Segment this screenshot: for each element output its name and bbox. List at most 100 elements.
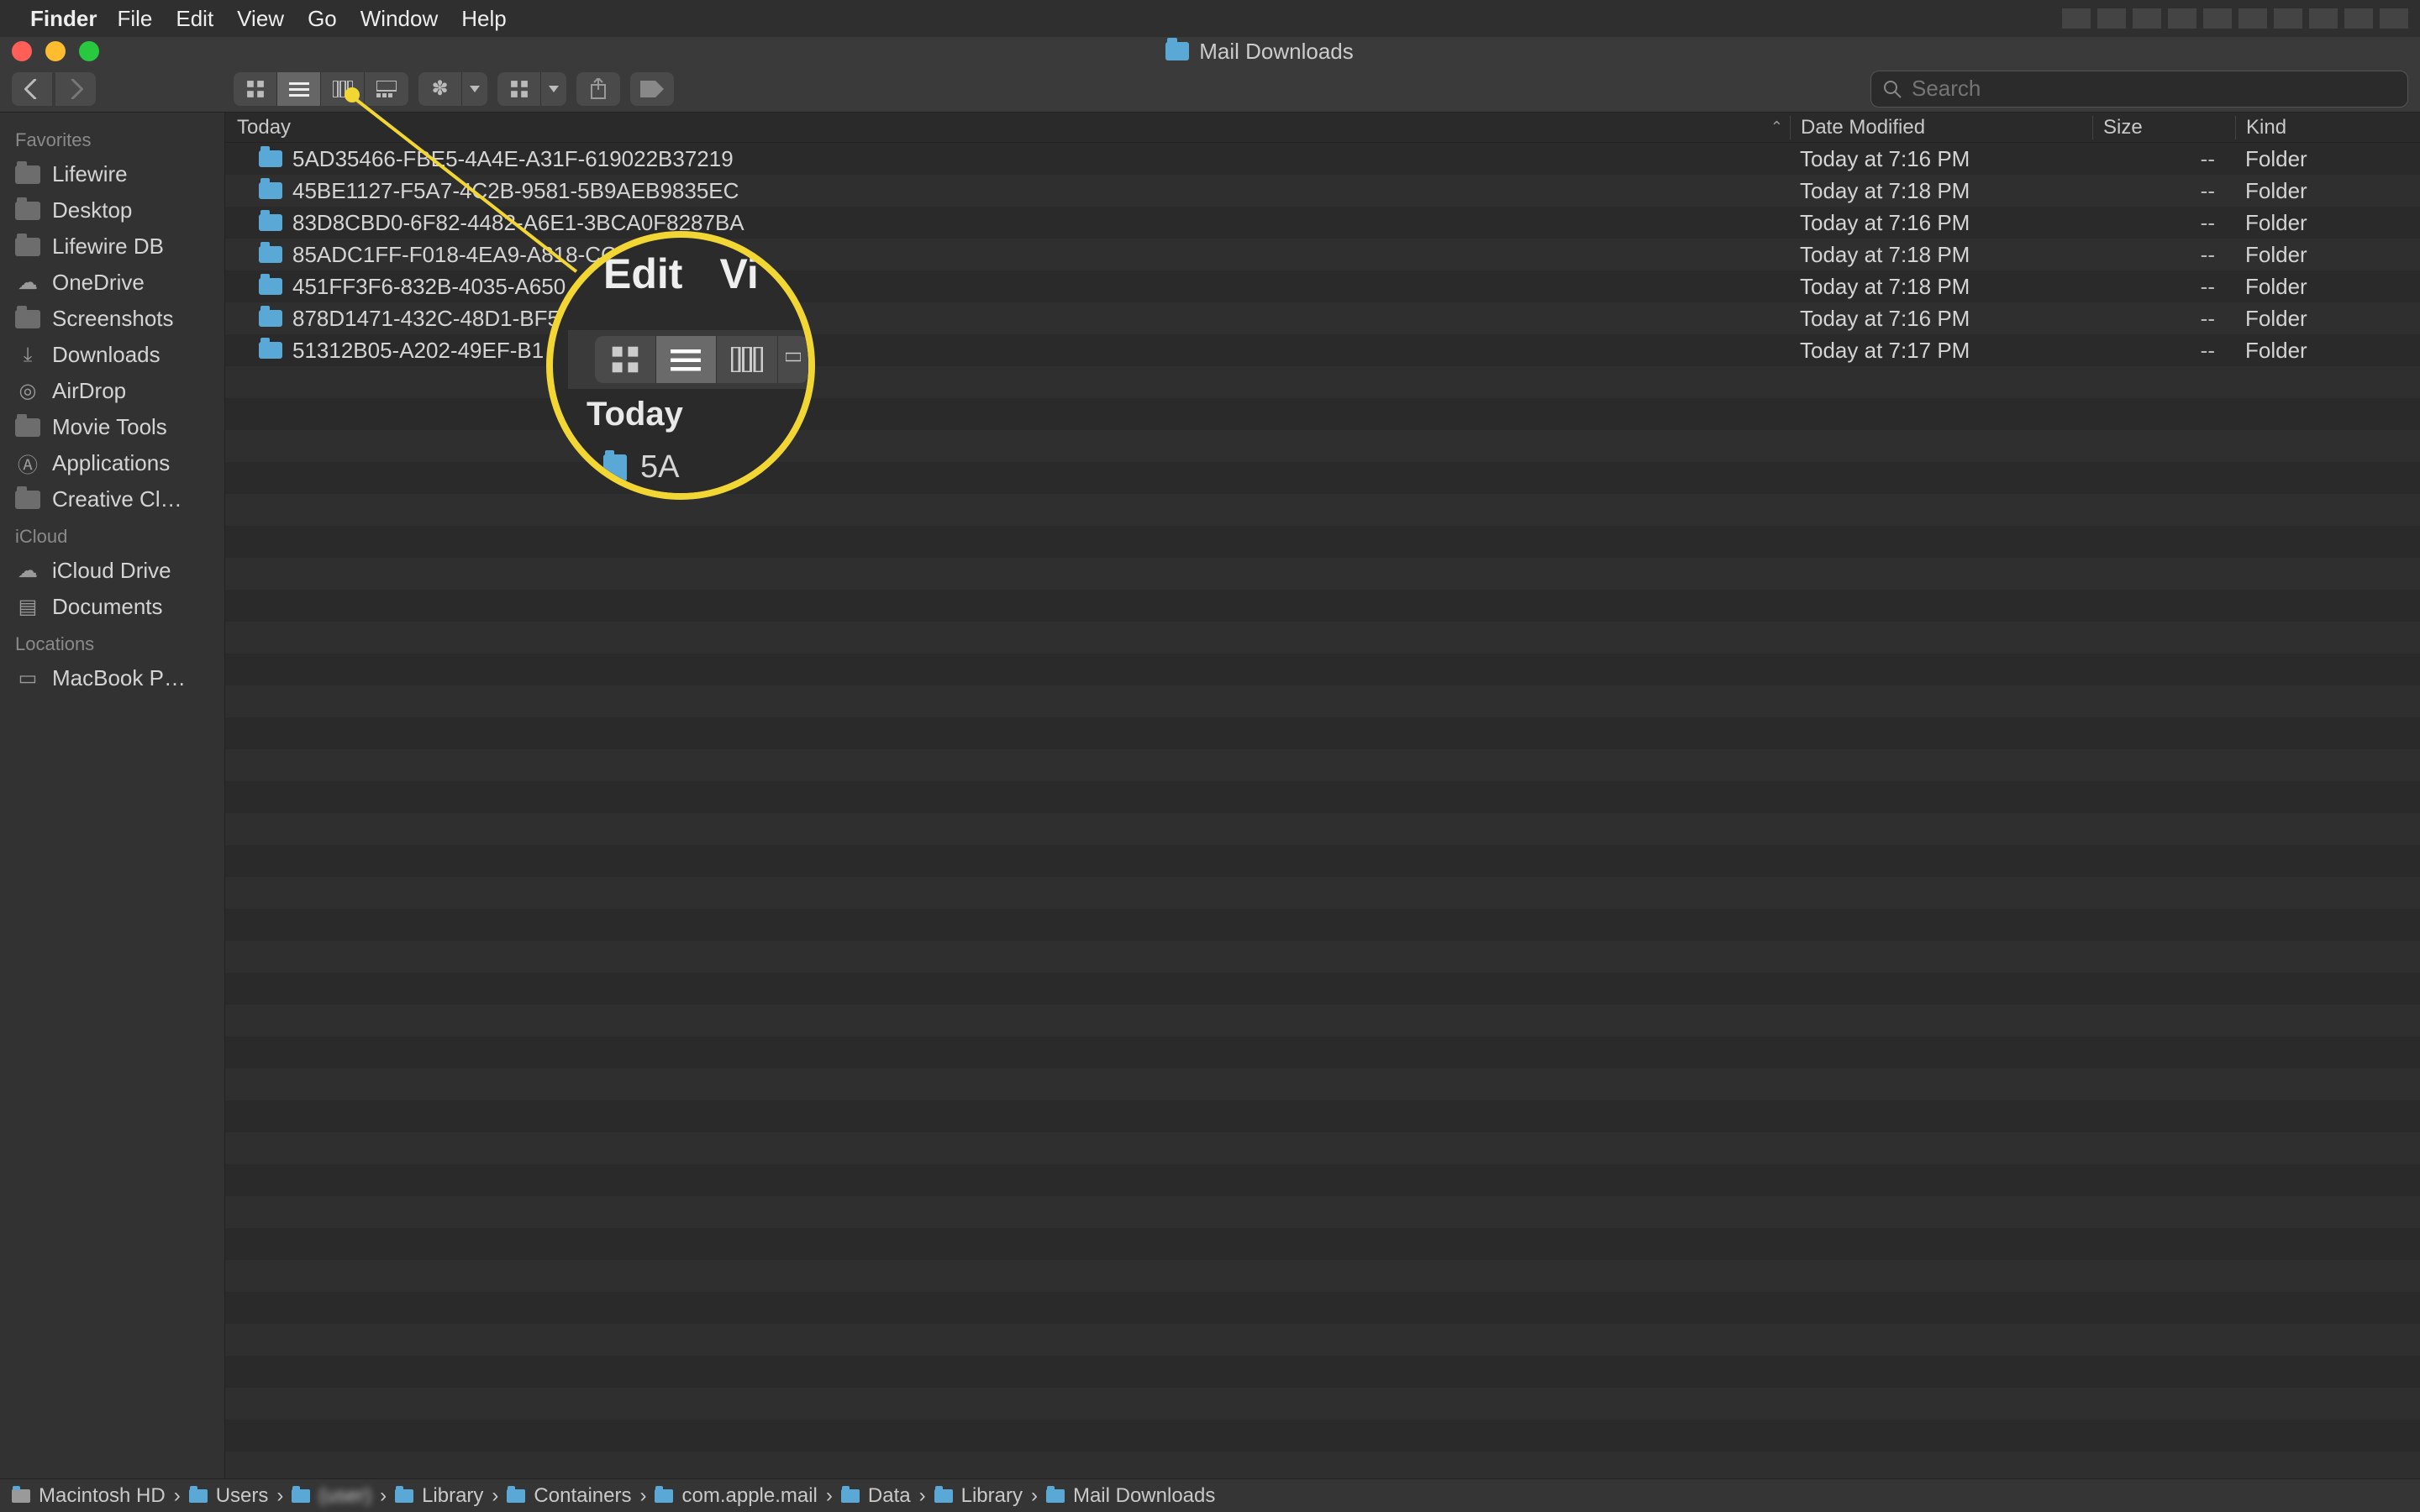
rows-container: 5AD35466-FBE5-4A4E-A31F-619022B37219Toda… [225, 143, 2420, 1478]
sidebar-item[interactable]: ▭MacBook P… [0, 660, 224, 696]
empty-row [225, 1260, 2420, 1292]
view-gallery-button[interactable] [365, 72, 408, 106]
tray-item[interactable] [2238, 8, 2267, 29]
table-row[interactable]: 51312B05-A202-49EF-B1…Today at 7:17 PM--… [225, 334, 2420, 366]
sidebar-item[interactable]: Lifewire [0, 156, 224, 192]
table-row[interactable]: 83D8CBD0-6F82-4482-A6E1-3BCA0F8287BAToda… [225, 207, 2420, 239]
view-list-button[interactable] [277, 72, 321, 106]
forward-button[interactable] [55, 72, 96, 106]
menu-go[interactable]: Go [308, 6, 337, 32]
column-kind-header[interactable]: Kind [2235, 116, 2420, 139]
path-crumb[interactable]: Macintosh HD [12, 1484, 166, 1508]
tray-item[interactable] [2309, 8, 2338, 29]
sidebar-section-header: Favorites [0, 121, 224, 156]
sidebar-item-label: iCloud Drive [52, 558, 171, 584]
view-icons-button[interactable] [234, 72, 277, 106]
path-crumb-label: Library [422, 1484, 483, 1508]
empty-row [225, 1037, 2420, 1068]
sidebar-item[interactable]: Movie Tools [0, 409, 224, 445]
column-size-header[interactable]: Size [2092, 116, 2235, 139]
path-crumb[interactable]: (user) [292, 1484, 371, 1508]
sort-caret-icon: ⌃ [1770, 118, 1783, 136]
sidebar-item[interactable]: ☁iCloud Drive [0, 553, 224, 589]
empty-row [225, 462, 2420, 494]
tray-item[interactable] [2097, 8, 2126, 29]
group-dropdown[interactable] [497, 72, 566, 106]
path-crumb[interactable]: Data [841, 1484, 911, 1508]
tags-button[interactable] [630, 72, 674, 106]
path-bar: Macintosh HD›Users›(user)›Library›Contai… [0, 1478, 2420, 1512]
sidebar-item[interactable]: ☁OneDrive [0, 265, 224, 301]
column-date-header[interactable]: Date Modified [1790, 116, 2092, 139]
path-crumb[interactable]: Mail Downloads [1046, 1484, 1215, 1508]
window-close-button[interactable] [12, 41, 32, 61]
column-name-header[interactable]: Today ⌃ [225, 116, 1790, 139]
menubar-app-name[interactable]: Finder [30, 6, 97, 32]
sidebar-item[interactable]: ▤Documents [0, 589, 224, 625]
arrange-dropdown[interactable]: ✽ [418, 72, 487, 106]
sidebar-item[interactable]: Lifewire DB [0, 228, 224, 265]
sidebar-item[interactable]: ⒶApplications [0, 445, 224, 481]
back-button[interactable] [12, 72, 52, 106]
empty-row [225, 494, 2420, 526]
empty-row [225, 1068, 2420, 1100]
sidebar-item[interactable]: Desktop [0, 192, 224, 228]
file-list: Today ⌃ Date Modified Size Kind 5AD35466… [225, 113, 2420, 1478]
sidebar-section-header: Locations [0, 625, 224, 660]
sidebar-item[interactable]: Creative Cl… [0, 481, 224, 517]
folder-icon [259, 278, 282, 295]
table-row[interactable]: 451FF3F6-832B-4035-A650…Today at 7:18 PM… [225, 270, 2420, 302]
sidebar-item[interactable]: ⤓Downloads [0, 337, 224, 373]
gear-icon: ✽ [418, 72, 462, 106]
table-row[interactable]: 45BE1127-F5A7-4C2B-9581-5B9AEB9835ECToda… [225, 175, 2420, 207]
search-icon [1883, 80, 1902, 98]
search-field[interactable] [1870, 71, 2408, 108]
empty-row [225, 622, 2420, 654]
table-row[interactable]: 878D1471-432C-48D1-BF5…Today at 7:16 PM-… [225, 302, 2420, 334]
share-button[interactable] [576, 72, 620, 106]
tray-item[interactable] [2133, 8, 2161, 29]
tray-item[interactable] [2274, 8, 2302, 29]
sidebar-item[interactable]: Screenshots [0, 301, 224, 337]
path-crumb[interactable]: Library [934, 1484, 1023, 1508]
menu-edit[interactable]: Edit [176, 6, 213, 32]
menu-file[interactable]: File [117, 6, 152, 32]
tray-item[interactable] [2168, 8, 2196, 29]
folder-icon [189, 1489, 208, 1503]
download-icon: ⤓ [15, 345, 40, 365]
path-crumb[interactable]: Library [395, 1484, 483, 1508]
search-input[interactable] [1912, 76, 2396, 102]
path-crumb[interactable]: Containers [507, 1484, 631, 1508]
table-row[interactable]: 5AD35466-FBE5-4A4E-A31F-619022B37219Toda… [225, 143, 2420, 175]
table-row[interactable]: 85ADC1FF-F018-4EA9-A818-CC7…Today at 7:1… [225, 239, 2420, 270]
sidebar: FavoritesLifewireDesktopLifewire DB☁OneD… [0, 113, 225, 1478]
window-zoom-button[interactable] [79, 41, 99, 61]
applications-icon: Ⓐ [15, 454, 40, 474]
empty-row [225, 1005, 2420, 1037]
tray-item[interactable] [2380, 8, 2408, 29]
file-kind: Folder [2235, 338, 2420, 364]
laptop-icon: ▭ [15, 669, 40, 689]
file-date: Today at 7:18 PM [1790, 242, 2092, 268]
folder-icon [934, 1489, 953, 1503]
empty-row [225, 1292, 2420, 1324]
empty-row [225, 558, 2420, 590]
path-crumb[interactable]: com.apple.mail [655, 1484, 817, 1508]
path-crumb[interactable]: Users [189, 1484, 269, 1508]
empty-row [225, 1420, 2420, 1452]
menu-view[interactable]: View [237, 6, 284, 32]
folder-icon [259, 246, 282, 263]
tray-item[interactable] [2203, 8, 2232, 29]
sidebar-item[interactable]: ◎AirDrop [0, 373, 224, 409]
tray-item[interactable] [2344, 8, 2373, 29]
view-columns-button[interactable] [321, 72, 365, 106]
chevron-right-icon: › [276, 1484, 283, 1508]
chevron-right-icon: › [380, 1484, 387, 1508]
menu-window[interactable]: Window [360, 6, 438, 32]
file-kind: Folder [2235, 274, 2420, 300]
empty-row [225, 685, 2420, 717]
file-date: Today at 7:18 PM [1790, 178, 2092, 204]
window-minimize-button[interactable] [45, 41, 66, 61]
tray-item[interactable] [2062, 8, 2091, 29]
menu-help[interactable]: Help [461, 6, 506, 32]
